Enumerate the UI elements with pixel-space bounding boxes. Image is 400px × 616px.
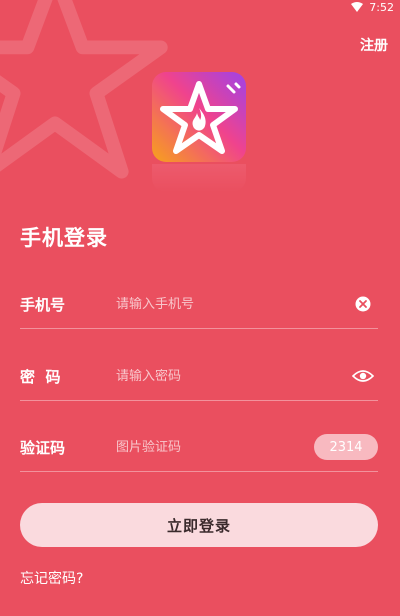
status-time: 7:52 [369, 0, 394, 14]
logo-reflection [152, 164, 246, 192]
clear-icon[interactable] [352, 293, 374, 315]
forgot-password-link[interactable]: 忘记密码? [20, 568, 83, 588]
page-title: 手机登录 [20, 226, 108, 250]
wifi-icon [351, 2, 364, 12]
phone-row: 手机号 [20, 280, 378, 329]
captcha-input[interactable] [116, 439, 314, 455]
star-flame-logo-icon [160, 81, 241, 154]
eye-icon[interactable] [352, 365, 374, 387]
captcha-row: 验证码 2314 [20, 423, 378, 472]
password-input[interactable] [116, 368, 352, 384]
password-row: 密 码 [20, 352, 378, 401]
phone-label: 手机号 [20, 295, 66, 314]
captcha-image[interactable]: 2314 [314, 434, 378, 460]
captcha-label: 验证码 [20, 438, 66, 457]
app-logo [152, 72, 246, 162]
password-label: 密 码 [20, 367, 61, 386]
background-star-icon [0, 0, 168, 179]
login-button[interactable]: 立即登录 [20, 503, 378, 547]
status-bar: 7:52 [351, 0, 394, 14]
phone-input[interactable] [116, 296, 352, 312]
register-link[interactable]: 注册 [360, 35, 388, 55]
